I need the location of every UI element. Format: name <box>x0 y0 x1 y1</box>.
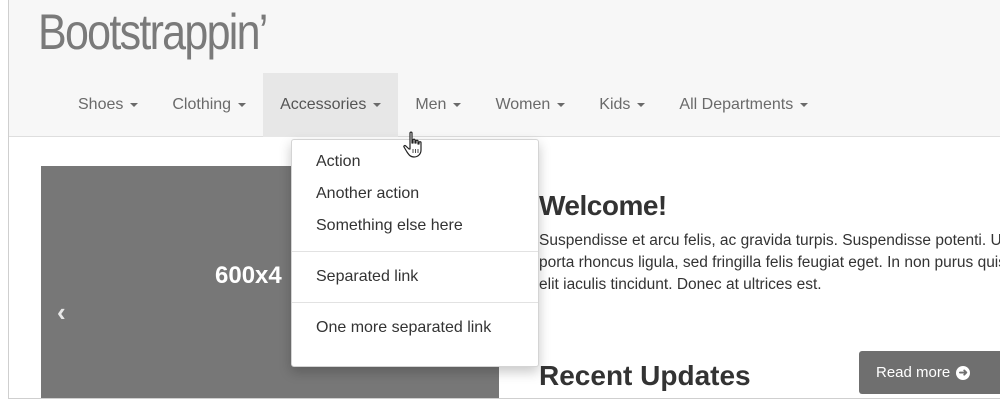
caret-down-icon <box>373 103 382 107</box>
read-more-label: Read more <box>876 364 951 381</box>
nav-item-clothing[interactable]: Clothing <box>155 73 263 137</box>
nav-item-label: Men <box>415 96 447 113</box>
dropdown-divider <box>292 302 538 303</box>
caret-down-icon <box>130 103 139 107</box>
nav-item-label: Kids <box>599 96 631 113</box>
nav-item-accessories[interactable]: Accessories <box>263 73 399 137</box>
nav-item-label: Women <box>495 96 551 113</box>
caret-down-icon <box>800 103 809 107</box>
nav-item-label: Clothing <box>172 96 232 113</box>
welcome-heading: Welcome! <box>539 190 667 221</box>
dropdown-item-something-else[interactable]: Something else here <box>292 210 538 242</box>
nav-item-men[interactable]: Men <box>398 73 478 137</box>
nav-item-label: Shoes <box>78 96 124 113</box>
dropdown-item-another-action[interactable]: Another action <box>292 178 538 210</box>
nav-item-shoes[interactable]: Shoes <box>61 73 155 137</box>
nav-item-all-departments[interactable]: All Departments <box>662 73 825 137</box>
caret-down-icon <box>557 103 566 107</box>
accessories-dropdown-menu: Action Another action Something else her… <box>291 139 539 367</box>
dropdown-item-one-more-separated-link[interactable]: One more separated link <box>292 312 538 344</box>
caret-down-icon <box>637 103 646 107</box>
read-more-button[interactable]: Read more ➜ <box>859 351 1000 394</box>
hand-pointer-cursor-icon <box>403 131 422 158</box>
welcome-text: Suspendisse et arcu felis, ac gravida tu… <box>539 232 1000 293</box>
arrow-circle-right-icon: ➜ <box>956 365 971 380</box>
chevron-left-icon[interactable]: ‹ <box>57 297 66 328</box>
dropdown-divider <box>292 251 538 252</box>
caret-down-icon <box>453 103 462 107</box>
nav-item-label: Accessories <box>280 96 367 113</box>
nav-item-women[interactable]: Women <box>478 73 582 137</box>
main-nav: Shoes Clothing Accessories Men Women Kid… <box>61 73 825 137</box>
welcome-section: Welcome! Suspendisse et arcu felis, ac g… <box>539 190 1000 296</box>
nav-item-kids[interactable]: Kids <box>582 73 662 137</box>
site-header: Bootstrappin’ Shoes Clothing Accessories… <box>9 0 1000 137</box>
carousel-placeholder-label: 600x4 <box>215 262 282 289</box>
caret-down-icon <box>238 103 247 107</box>
page-frame: Bootstrappin’ Shoes Clothing Accessories… <box>8 0 1000 399</box>
nav-item-label: All Departments <box>679 96 794 113</box>
brand-logo[interactable]: Bootstrappin’ <box>38 2 268 62</box>
recent-updates-heading: Recent Updates <box>539 360 751 391</box>
dropdown-item-separated-link[interactable]: Separated link <box>292 261 538 293</box>
